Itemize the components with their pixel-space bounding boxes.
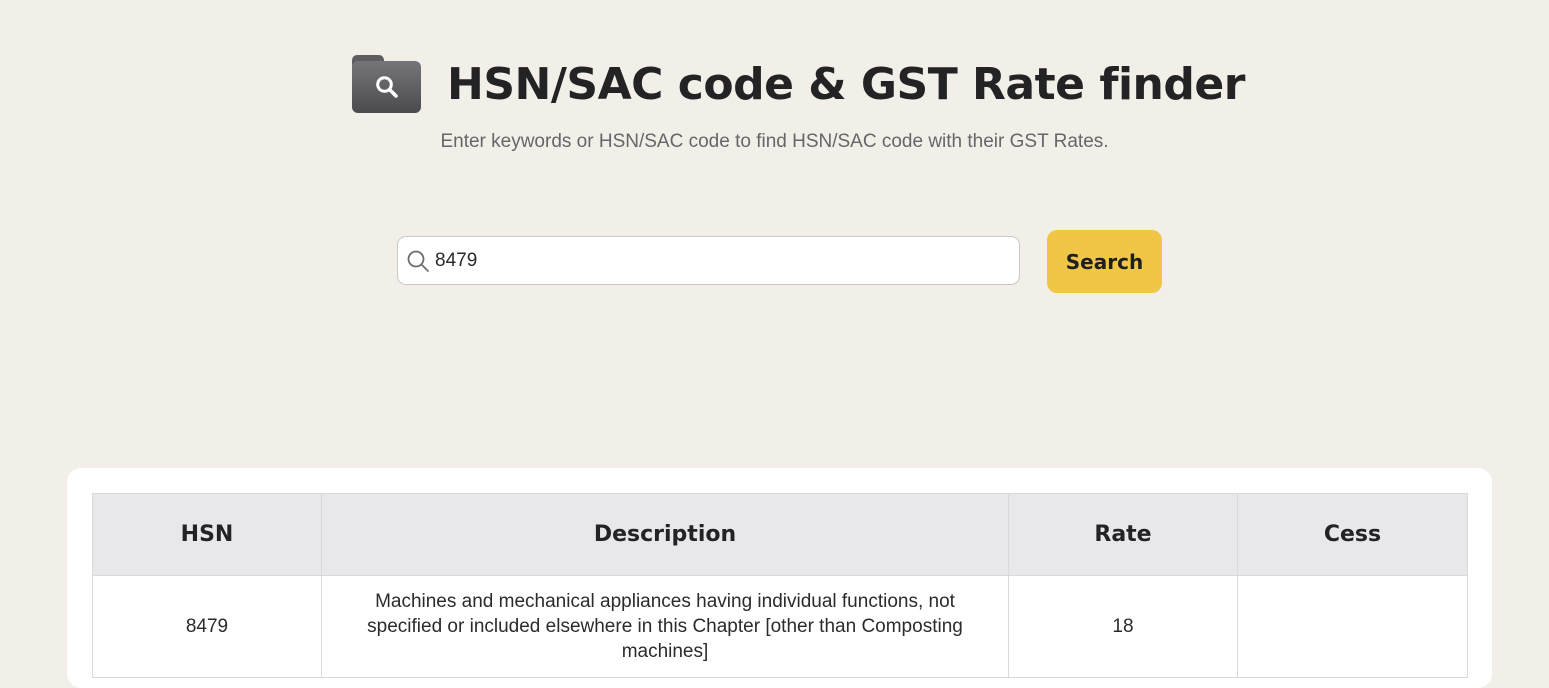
search-input[interactable] — [435, 237, 1005, 284]
search-button[interactable]: Search — [1047, 230, 1162, 293]
table-row: 8479 Machines and mechanical appliances … — [92, 575, 1468, 678]
results-card: HSN Description Rate Cess 8479 Machines … — [67, 468, 1492, 688]
column-header-description: Description — [321, 493, 1009, 576]
column-header-cess: Cess — [1237, 493, 1468, 576]
table-header-row: HSN Description Rate Cess — [92, 493, 1468, 576]
folder-search-icon — [352, 55, 421, 113]
cell-hsn: 8479 — [92, 575, 322, 678]
search-box[interactable] — [397, 236, 1020, 285]
column-header-hsn: HSN — [92, 493, 322, 576]
column-header-rate: Rate — [1008, 493, 1238, 576]
cell-description: Machines and mechanical appliances havin… — [321, 575, 1009, 678]
page-subtitle: Enter keywords or HSN/SAC code to find H… — [440, 131, 1109, 152]
cell-rate: 18 — [1008, 575, 1238, 678]
results-table: HSN Description Rate Cess 8479 Machines … — [92, 493, 1468, 678]
title-row: HSN/SAC code & GST Rate finder — [352, 54, 1245, 114]
search-icon — [407, 250, 429, 272]
page-title: HSN/SAC code & GST Rate finder — [447, 58, 1245, 110]
cell-cess — [1237, 575, 1468, 678]
